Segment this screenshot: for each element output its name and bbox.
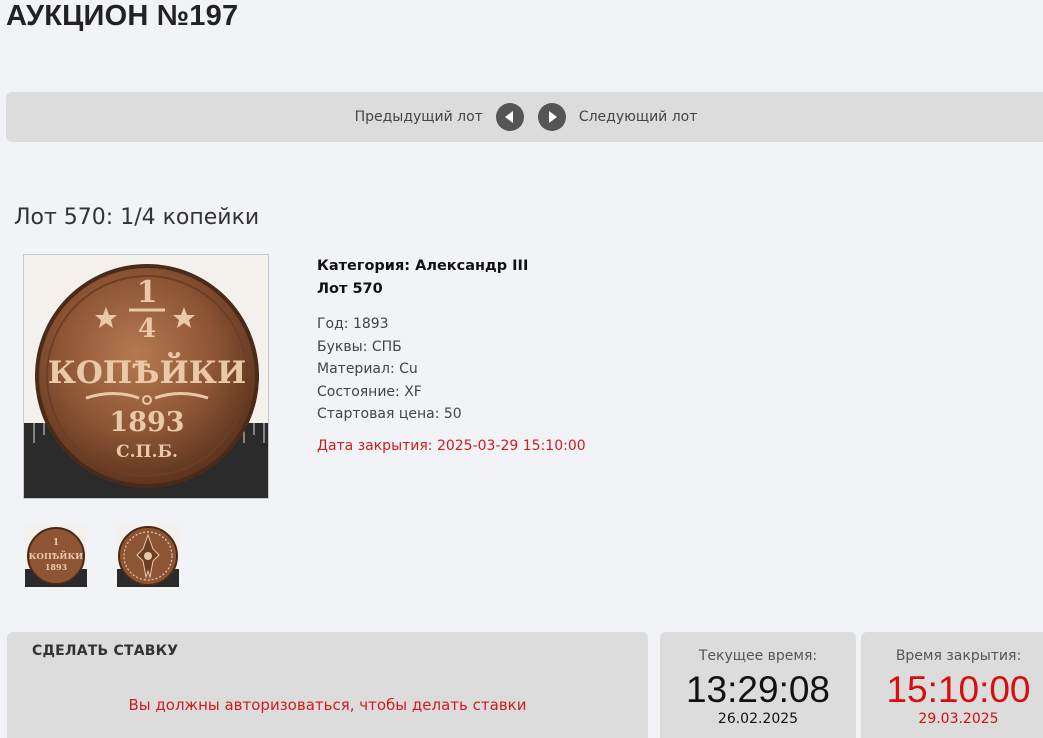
lot-category: Категория: Александр III <box>317 258 529 274</box>
coin-obverse-thumbnail: 1 КОПѢЙКИ 1893 <box>25 525 87 587</box>
coin-numerator-text: 1 <box>137 275 158 310</box>
current-time-panel: Текущее время: 13:29:08 26.02.2025 <box>660 632 856 738</box>
current-date-value: 26.02.2025 <box>717 711 799 727</box>
lot-property-material: Материал: Cu <box>317 361 418 377</box>
lot-thumbnail-reverse[interactable] <box>117 525 179 587</box>
lot-property-year: Год: 1893 <box>317 316 389 332</box>
page: АУКЦИОН №197 Предыдущий лот Следующий ло… <box>0 0 1043 738</box>
chevron-right-icon <box>548 111 557 123</box>
closing-time-value: 15:10:00 <box>886 669 1031 710</box>
coin-year-text: 1893 <box>109 407 184 438</box>
lot-property-condition: Состояние: XF <box>317 383 422 400</box>
closing-time-label: Время закрытия: <box>895 648 1022 664</box>
next-lot-link[interactable]: Следующий лот <box>579 109 698 125</box>
chevron-left-icon <box>504 111 513 123</box>
lot-title: Лот 570: 1/4 копейки <box>14 205 260 230</box>
closing-date-value: 29.03.2025 <box>918 711 999 727</box>
coin-mint-text: С.П.Б. <box>116 442 178 462</box>
next-lot-button[interactable] <box>537 103 566 131</box>
lot-number: Лот 570 <box>317 281 383 297</box>
lot-navigation-bar: Предыдущий лот Следующий лот <box>6 92 1043 142</box>
coin-word-text: КОПѢЙКИ <box>48 351 247 391</box>
current-time-value: 13:29:08 <box>685 669 831 710</box>
lot-details: Категория: Александр III Лот 570 Год: 18… <box>317 255 586 454</box>
lot-properties: Год: 1893 Буквы: СПБ Материал: Cu Состоя… <box>317 313 586 426</box>
lot-main-image[interactable]: 1 4 КОПѢЙКИ 1893 С.П.Б. <box>23 254 269 499</box>
closing-time-panel: Время закрытия: 15:10:00 29.03.2025 <box>861 632 1043 738</box>
coin-reverse-thumbnail <box>117 525 179 587</box>
previous-lot-link[interactable]: Предыдущий лот <box>355 109 483 125</box>
auction-title: АУКЦИОН №197 <box>6 0 239 32</box>
coin-denominator-text: 4 <box>138 314 156 344</box>
coin-obverse-image: 1 4 КОПѢЙКИ 1893 С.П.Б. <box>24 255 268 498</box>
thumb-numerator-text: 1 <box>53 538 59 548</box>
thumb-year-text: 1893 <box>45 562 68 572</box>
lot-property-start-price: Стартовая цена: 50 <box>317 406 462 422</box>
lot-navigation: Предыдущий лот Следующий лот <box>355 103 698 131</box>
login-required-message: Вы должны авторизоваться, чтобы делать с… <box>128 696 527 714</box>
previous-lot-button[interactable] <box>495 103 524 131</box>
current-time-label: Текущее время: <box>698 648 818 664</box>
bid-heading: СДЕЛАТЬ СТАВКУ <box>32 643 179 659</box>
bid-panel: СДЕЛАТЬ СТАВКУ Вы должны авторизоваться,… <box>7 632 648 738</box>
lot-thumbnail-obverse[interactable]: 1 КОПѢЙКИ 1893 <box>25 525 87 587</box>
lot-close-date: Дата закрытия: 2025-03-29 15:10:00 <box>317 437 586 454</box>
lot-property-letters: Буквы: СПБ <box>317 338 402 355</box>
